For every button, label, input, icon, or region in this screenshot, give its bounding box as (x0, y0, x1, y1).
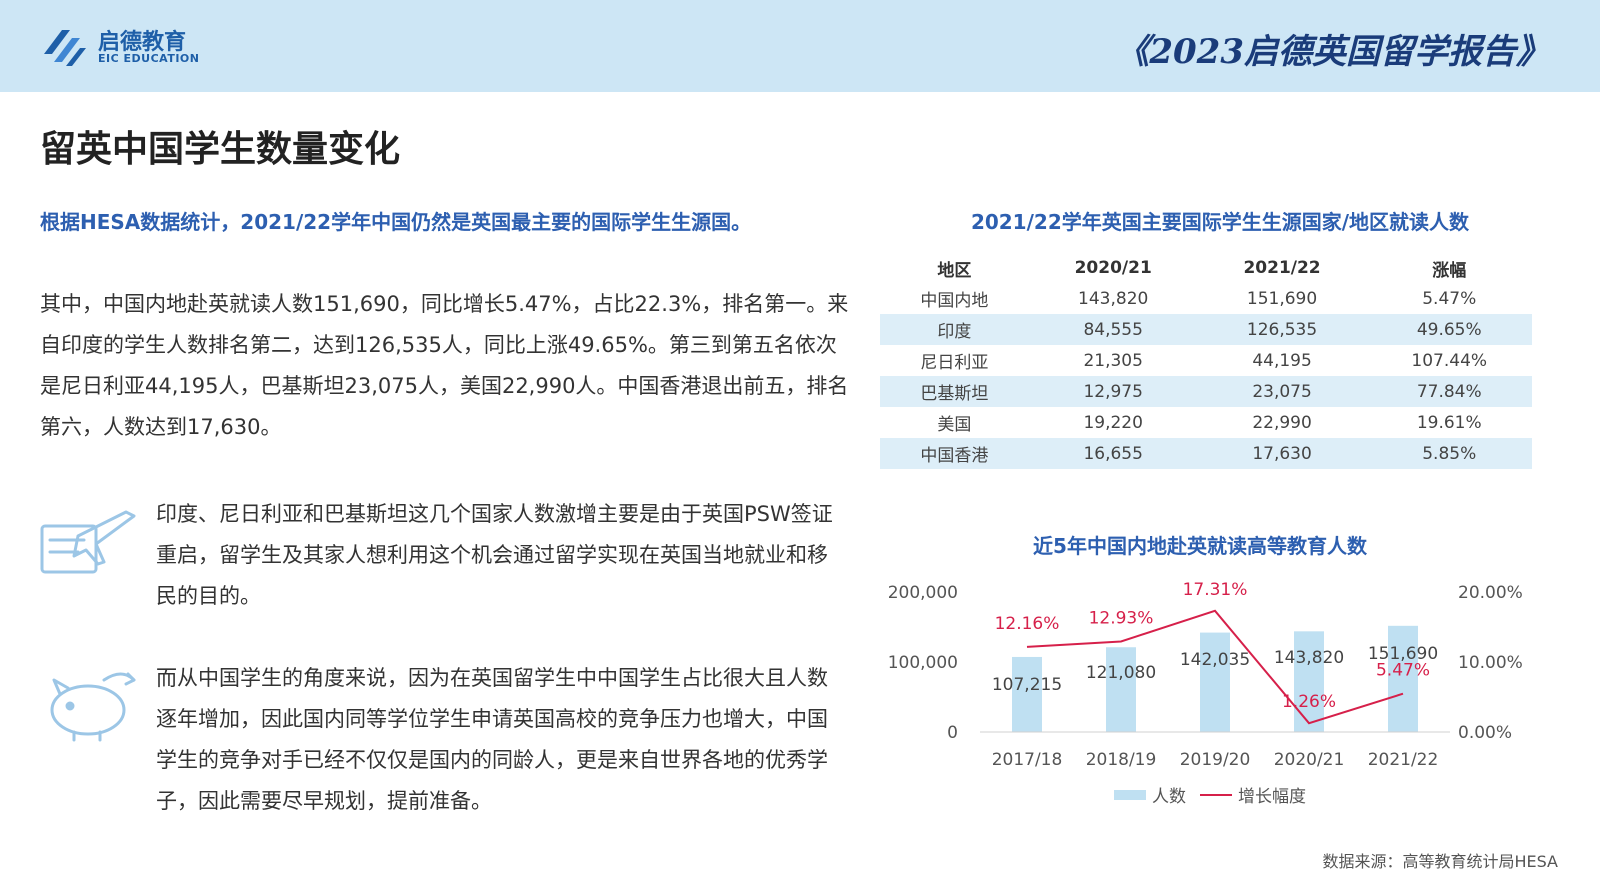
bar-value-label: 107,215 (992, 675, 1062, 695)
eic-logo[interactable]: 启德教育 EIC EDUCATION (40, 20, 210, 70)
growth-rate-label: 12.93% (1089, 608, 1154, 628)
table-header-cell: 2021/22 (1243, 258, 1321, 278)
source-countries-table: 地区 2020/21 2021/22 涨幅 中国内地 143,820 151,6… (880, 253, 1532, 469)
table-header-cell: 地区 (937, 260, 972, 281)
table-cell: 77.84% (1366, 376, 1532, 407)
growth-rate-label: 5.47% (1376, 661, 1430, 681)
left-axis-tick-label: 100,000 (888, 653, 958, 673)
table-cell: 美国 (937, 415, 972, 435)
table-cell: 143,820 (1078, 288, 1149, 309)
piggy-bank-icon (34, 664, 144, 744)
table-cell: 19,220 (1083, 412, 1143, 433)
logo-english-name: EIC EDUCATION (98, 52, 200, 65)
table-cell: 12,975 (1028, 376, 1198, 407)
table-cell: 5.85% (1366, 438, 1532, 469)
table-cell: 16,655 (1028, 438, 1198, 469)
bar-value-label: 143,820 (1274, 648, 1344, 668)
x-axis-tick-label: 2018/19 (1086, 750, 1157, 770)
table-cell: 49.65% (1366, 314, 1532, 345)
paragraph-competition: 而从中国学生的角度来说，因为在英国留学生中中国学生占比很大且人数逐年增加，因此国… (156, 666, 828, 813)
table-cell: 19.61% (1416, 412, 1482, 433)
bar (1200, 632, 1230, 732)
chart-title: 近5年中国内地赴英就读高等教育人数 (1033, 534, 1367, 558)
paragraph-psw-visa: 印度、尼日利亚和巴基斯坦这几个国家人数激增主要是由于英国PSW签证重启，留学生及… (156, 502, 833, 608)
bar (1106, 647, 1136, 732)
table-cell: 17,630 (1197, 438, 1367, 469)
legend-label-bars: 人数 (1152, 787, 1186, 807)
table-cell: 尼日利亚 (920, 353, 989, 373)
legend-swatch-bars (1114, 790, 1146, 800)
table-cell: 巴基斯坦 (880, 376, 1029, 407)
header-bar: 启德教育 EIC EDUCATION 《2023启德英国留学报告》 (0, 0, 1600, 92)
left-axis-tick-label: 200,000 (888, 583, 958, 603)
table-row: 尼日利亚 21,305 44,195 107.44% (880, 345, 1532, 376)
legend-label-line: 增长幅度 (1238, 787, 1306, 807)
table-header-cell: 2020/21 (1074, 258, 1152, 278)
student-trend-chart: 0 100,000 200,000 0.00% 10.00% 20.00% 107,215 1… (888, 580, 1523, 807)
airplane-icon (34, 498, 144, 580)
bar-value-label: 121,080 (1086, 663, 1156, 683)
growth-rate-label: 1.26% (1282, 692, 1336, 712)
table-row: 巴基斯坦 12,975 23,075 77.84% (880, 376, 1532, 407)
x-axis-tick-label: 2021/22 (1368, 750, 1439, 770)
table-cell: 23,075 (1197, 376, 1367, 407)
table-cell: 151,690 (1246, 288, 1318, 309)
table-row: 美国 19,220 22,990 19.61% (880, 407, 1532, 438)
highlight-statement: 根据HESA数据统计，2021/22学年中国仍然是英国最主要的国际学生生源国。 (40, 210, 752, 234)
paragraph-ranking: 其中，中国内地赴英就读人数151,690，同比增长5.47%，占比22.3%，排… (40, 292, 849, 439)
growth-rate-label: 12.16% (995, 614, 1060, 634)
table-cell: 印度 (880, 314, 1029, 345)
table-cell: 22,990 (1252, 412, 1312, 433)
table-cell: 107.44% (1411, 350, 1488, 371)
table-cell: 84,555 (1028, 314, 1198, 345)
x-axis-tick-label: 2020/21 (1274, 750, 1345, 770)
right-axis-tick-label: 20.00% (1458, 583, 1523, 603)
table-row: 中国内地 143,820 151,690 5.47% (880, 283, 1532, 314)
table-header-row: 地区 2020/21 2021/22 涨幅 (880, 253, 1532, 283)
table-header-cell: 涨幅 (1432, 260, 1467, 281)
table-cell: 5.47% (1422, 288, 1477, 309)
table-cell: 44,195 (1252, 350, 1312, 371)
table-row: 印度 84,555 126,535 49.65% (880, 314, 1532, 345)
table-cell: 中国香港 (880, 438, 1029, 469)
data-source-note: 数据来源：高等教育统计局HESA (1322, 852, 1558, 871)
left-axis-tick-label: 0 (947, 723, 958, 743)
table-cell: 中国内地 (920, 291, 989, 311)
table-row: 中国香港 16,655 17,630 5.85% (880, 438, 1532, 469)
eic-logo-icon (44, 30, 86, 66)
bar (1294, 631, 1324, 732)
report-title: 《2023启德英国留学报告》 (1115, 32, 1550, 72)
page-title: 留英中国学生数量变化 (40, 129, 401, 170)
table-cell: 21,305 (1083, 350, 1143, 371)
right-axis-tick-label: 0.00% (1458, 723, 1512, 743)
x-axis-tick-label: 2019/20 (1180, 750, 1251, 770)
bar-value-label: 142,035 (1180, 650, 1250, 670)
x-axis-tick-label: 2017/18 (992, 750, 1063, 770)
table-cell: 126,535 (1197, 314, 1367, 345)
growth-rate-label: 17.31% (1183, 580, 1248, 600)
table-title: 2021/22学年英国主要国际学生生源国家/地区就读人数 (970, 210, 1470, 234)
right-axis-tick-label: 10.00% (1458, 653, 1523, 673)
